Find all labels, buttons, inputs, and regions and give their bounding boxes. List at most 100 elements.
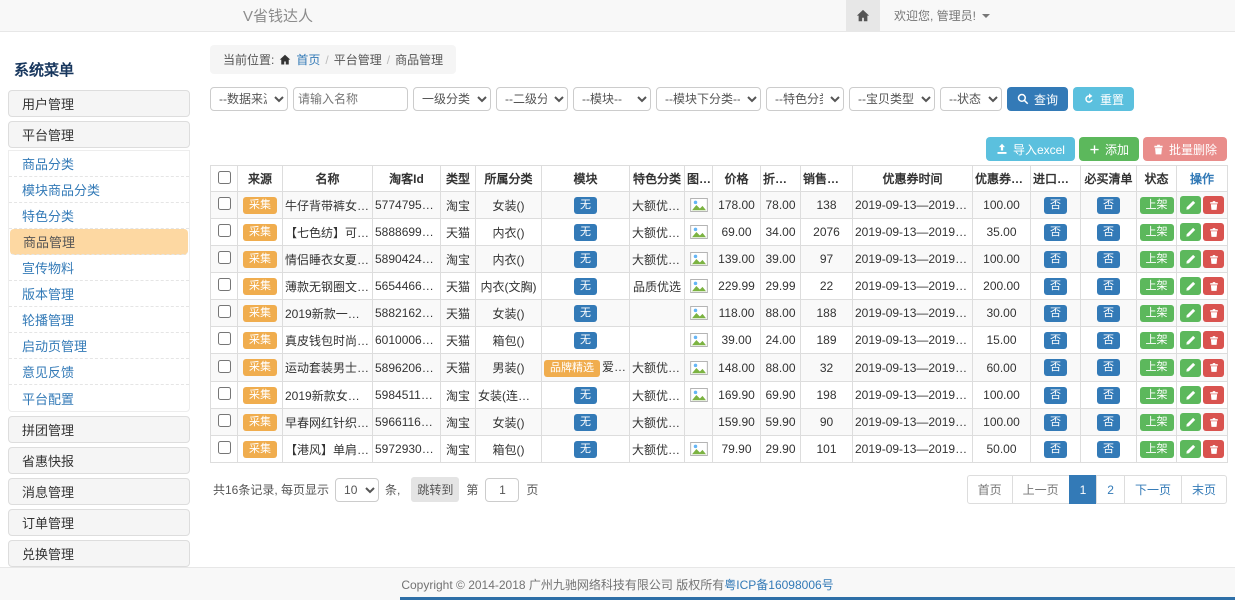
import-select-toggle[interactable]: 否 [1044, 197, 1067, 214]
edit-button[interactable] [1180, 413, 1201, 431]
edit-button[interactable] [1180, 196, 1201, 214]
page-button-首页[interactable]: 首页 [967, 475, 1013, 504]
page-button-1[interactable]: 1 [1069, 475, 1098, 504]
sidebar-subitem-模块商品分类[interactable]: 模块商品分类 [9, 177, 189, 203]
sidebar-item-兑换管理[interactable]: 兑换管理 [8, 540, 190, 567]
status-badge[interactable]: 上架 [1140, 224, 1174, 241]
import-select-toggle[interactable]: 否 [1044, 278, 1067, 295]
sidebar-subitem-平台配置[interactable]: 平台配置 [9, 385, 189, 411]
edit-button[interactable] [1180, 250, 1201, 268]
delete-button[interactable] [1203, 304, 1224, 322]
edit-button[interactable] [1180, 359, 1201, 377]
edit-button[interactable] [1180, 386, 1201, 404]
add-button[interactable]: 添加 [1079, 137, 1139, 161]
import-select-toggle[interactable]: 否 [1044, 359, 1067, 376]
filter-select-category-l1[interactable]: 一级分类 [413, 87, 491, 111]
reset-button[interactable]: 重置 [1073, 87, 1134, 111]
delete-button[interactable] [1203, 386, 1224, 404]
delete-button[interactable] [1203, 331, 1224, 349]
must-buy-toggle[interactable]: 否 [1097, 359, 1120, 376]
status-badge[interactable]: 上架 [1140, 305, 1174, 322]
delete-button[interactable] [1203, 277, 1224, 295]
must-buy-toggle[interactable]: 否 [1097, 414, 1120, 431]
must-buy-toggle[interactable]: 否 [1097, 278, 1120, 295]
filter-name-input[interactable] [293, 87, 408, 111]
edit-button[interactable] [1180, 277, 1201, 295]
import-excel-button[interactable]: 导入excel [986, 137, 1075, 161]
sidebar-item-省惠快报[interactable]: 省惠快报 [8, 447, 190, 474]
status-badge[interactable]: 上架 [1140, 414, 1174, 431]
status-badge[interactable]: 上架 [1140, 251, 1174, 268]
status-badge[interactable]: 上架 [1140, 359, 1174, 376]
import-select-toggle[interactable]: 否 [1044, 441, 1067, 458]
row-checkbox[interactable] [218, 332, 231, 345]
import-select-toggle[interactable]: 否 [1044, 414, 1067, 431]
row-checkbox[interactable] [218, 251, 231, 264]
must-buy-toggle[interactable]: 否 [1097, 224, 1120, 241]
per-page-select[interactable]: 10 [335, 478, 379, 502]
edit-button[interactable] [1180, 440, 1201, 458]
delete-button[interactable] [1203, 413, 1224, 431]
status-badge[interactable]: 上架 [1140, 387, 1174, 404]
jump-button[interactable]: 跳转到 [411, 477, 459, 502]
filter-select-category-l2[interactable]: --二级分类-- [496, 87, 568, 111]
filter-select-feature[interactable]: --特色分类-- [766, 87, 844, 111]
must-buy-toggle[interactable]: 否 [1097, 197, 1120, 214]
row-checkbox[interactable] [218, 414, 231, 427]
status-badge[interactable]: 上架 [1140, 441, 1174, 458]
row-checkbox[interactable] [218, 278, 231, 291]
must-buy-toggle[interactable]: 否 [1097, 305, 1120, 322]
sidebar-subitem-启动页管理[interactable]: 启动页管理 [9, 333, 189, 359]
breadcrumb-home-link[interactable]: 首页 [296, 51, 320, 68]
must-buy-toggle[interactable]: 否 [1097, 441, 1120, 458]
row-checkbox[interactable] [218, 224, 231, 237]
jump-page-input[interactable] [485, 478, 519, 502]
edit-button[interactable] [1180, 223, 1201, 241]
icp-link[interactable]: 粤ICP备16098006号 [724, 576, 833, 593]
filter-select-status[interactable]: --状态-- [940, 87, 1002, 111]
status-badge[interactable]: 上架 [1140, 332, 1174, 349]
delete-button[interactable] [1203, 440, 1224, 458]
sidebar-subitem-特色分类[interactable]: 特色分类 [9, 203, 189, 229]
sidebar-subitem-轮播管理[interactable]: 轮播管理 [9, 307, 189, 333]
row-checkbox[interactable] [218, 197, 231, 210]
page-button-末页[interactable]: 末页 [1181, 475, 1227, 504]
filter-select-module-sub[interactable]: --模块下分类-- [656, 87, 761, 111]
user-menu[interactable]: 欢迎您, 管理员! [894, 7, 990, 24]
page-button-上一页[interactable]: 上一页 [1012, 475, 1070, 504]
edit-button[interactable] [1180, 331, 1201, 349]
import-select-toggle[interactable]: 否 [1044, 387, 1067, 404]
must-buy-toggle[interactable]: 否 [1097, 332, 1120, 349]
row-checkbox[interactable] [218, 441, 231, 454]
filter-select-item-type[interactable]: --宝贝类型-- [849, 87, 935, 111]
status-badge[interactable]: 上架 [1140, 278, 1174, 295]
sidebar-subitem-意见反馈[interactable]: 意见反馈 [9, 359, 189, 385]
select-all-checkbox[interactable] [218, 171, 231, 184]
filter-select-module[interactable]: --模块-- [573, 87, 651, 111]
must-buy-toggle[interactable]: 否 [1097, 251, 1120, 268]
home-button[interactable] [846, 0, 880, 31]
status-badge[interactable]: 上架 [1140, 197, 1174, 214]
must-buy-toggle[interactable]: 否 [1097, 387, 1120, 404]
row-checkbox[interactable] [218, 360, 231, 373]
sidebar-subitem-商品管理[interactable]: 商品管理 [10, 229, 188, 255]
page-button-2[interactable]: 2 [1096, 475, 1125, 504]
search-button[interactable]: 查询 [1007, 87, 1068, 111]
sidebar-subitem-商品分类[interactable]: 商品分类 [9, 151, 189, 177]
sidebar-item-用户管理[interactable]: 用户管理 [8, 90, 190, 117]
delete-button[interactable] [1203, 250, 1224, 268]
import-select-toggle[interactable]: 否 [1044, 305, 1067, 322]
delete-button[interactable] [1203, 223, 1224, 241]
edit-button[interactable] [1180, 304, 1201, 322]
import-select-toggle[interactable]: 否 [1044, 251, 1067, 268]
delete-button[interactable] [1203, 359, 1224, 377]
row-checkbox[interactable] [218, 305, 231, 318]
sidebar-subitem-版本管理[interactable]: 版本管理 [9, 281, 189, 307]
batch-delete-button[interactable]: 批量删除 [1143, 137, 1227, 161]
import-select-toggle[interactable]: 否 [1044, 224, 1067, 241]
sidebar-item-平台管理[interactable]: 平台管理 [8, 121, 190, 148]
sidebar-item-消息管理[interactable]: 消息管理 [8, 478, 190, 505]
page-button-下一页[interactable]: 下一页 [1124, 475, 1182, 504]
sidebar-subitem-宣传物料[interactable]: 宣传物料 [9, 255, 189, 281]
import-select-toggle[interactable]: 否 [1044, 332, 1067, 349]
